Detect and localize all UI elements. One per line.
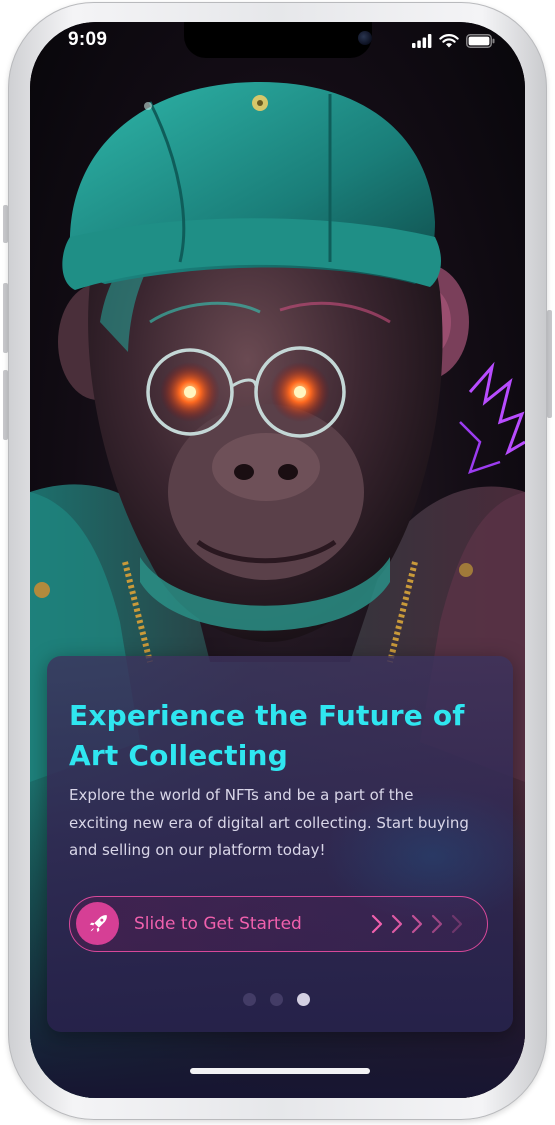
status-bar: 9:09: [30, 22, 525, 62]
slider-knob[interactable]: [76, 902, 119, 945]
pagination-dot-1[interactable]: [243, 992, 256, 1006]
battery-icon: [466, 34, 495, 48]
app-screen: 9:09 Experience the Future of Art Collec…: [30, 22, 525, 1098]
pagination-dot-2[interactable]: [270, 992, 283, 1006]
home-indicator[interactable]: [190, 1068, 370, 1074]
status-time: 9:09: [68, 29, 108, 50]
device-mockup: 9:09 Experience the Future of Art Collec…: [0, 0, 555, 1125]
onboarding-description: Explore the world of NFTs and be a part …: [69, 786, 469, 859]
slider-label: Slide to Get Started: [134, 914, 302, 934]
status-icons: [412, 32, 495, 48]
cellular-signal-icon: [412, 34, 432, 48]
onboarding-title: Experience the Future of Art Collecting: [69, 699, 465, 772]
power-button: [547, 310, 552, 418]
wifi-icon: [439, 34, 459, 48]
pagination-dots: [243, 992, 323, 1006]
chevron-right-icon: [371, 914, 463, 934]
rocket-icon: [89, 914, 107, 932]
onboarding-card: Experience the Future of Art Collecting …: [47, 656, 525, 1032]
slide-to-start-slider[interactable]: Slide to Get Started: [69, 896, 488, 952]
pagination-dot-3-active[interactable]: [297, 992, 310, 1006]
